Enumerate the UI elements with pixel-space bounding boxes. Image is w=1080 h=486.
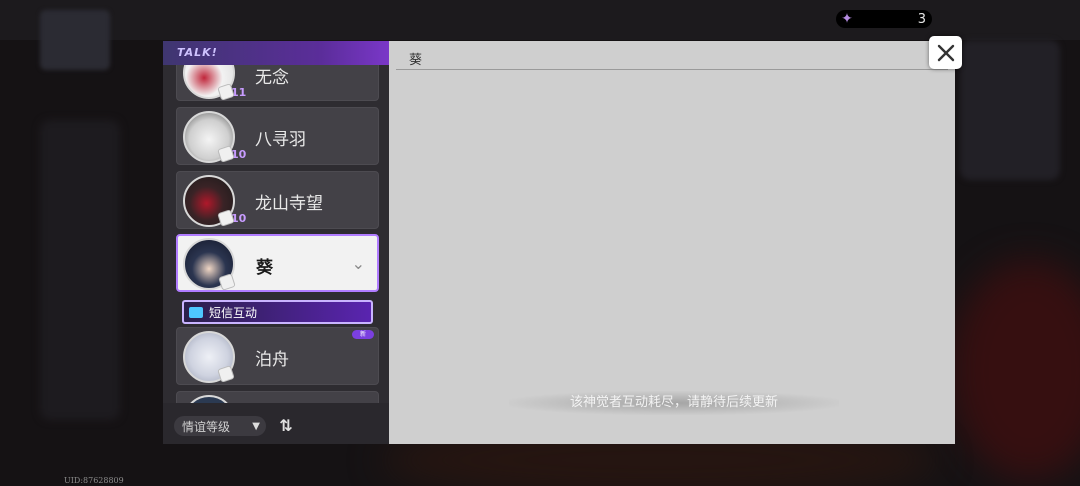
talk-logo: TALK! — [177, 46, 218, 59]
sms-interaction-button[interactable]: 短信互动 — [182, 300, 373, 324]
sort-by-value: 情谊等级 — [182, 419, 231, 434]
divider — [396, 69, 948, 70]
affinity-level: 10 — [217, 209, 246, 227]
triangle-down-icon: ▼ — [252, 420, 260, 432]
chat-notice: 该神觉者互动耗尽，请静待后续更新 — [509, 391, 839, 415]
contact-item[interactable]: 龙山寺望 10 — [176, 171, 379, 229]
contact-name: 八寻羽 — [255, 130, 306, 150]
sort-by-select[interactable]: 情谊等级 ▼ — [174, 416, 266, 436]
affinity-level: 11 — [217, 83, 246, 101]
card-icon — [217, 365, 235, 383]
contact-item[interactable]: 泊舟 新 — [176, 327, 379, 385]
contact-name: 龙山寺望 — [255, 194, 323, 214]
chat-panel: 葵 该神觉者互动耗尽，请静待后续更新 — [389, 41, 955, 444]
message-icon — [189, 306, 203, 318]
card-icon — [218, 273, 236, 291]
contact-name: 无念 — [255, 68, 289, 88]
contact-name: 葵 — [256, 258, 273, 278]
currency-count: 3 — [917, 11, 926, 27]
new-badge: 新 — [352, 330, 374, 339]
talk-header: TALK! — [163, 41, 389, 65]
close-icon — [937, 44, 954, 61]
currency-display: ✦ 3 — [836, 10, 932, 28]
chat-title: 葵 — [409, 53, 423, 68]
user-id: UID:87628809 — [64, 476, 124, 485]
chevron-down-icon[interactable]: ⌄ — [352, 254, 365, 273]
contact-item[interactable]: 八寻羽 10 — [176, 107, 379, 165]
contact-panel: 无念 11 八寻羽 10 龙山寺望 10 葵 ⌄ 短信互动 泊舟 新 TALK!… — [163, 41, 389, 444]
avatar — [183, 395, 235, 403]
affinity-level — [217, 365, 235, 383]
affinity-level: 10 — [217, 145, 246, 163]
affinity-level — [218, 273, 236, 291]
sort-arrows-icon[interactable]: ⇅ — [275, 415, 297, 437]
contact-item[interactable] — [176, 391, 379, 403]
close-button[interactable] — [929, 36, 962, 69]
filter-bar: 情谊等级 ▼ ⇅ — [163, 403, 389, 444]
contact-item-selected[interactable]: 葵 ⌄ — [176, 234, 379, 292]
sub-item-label: 短信互动 — [209, 305, 258, 320]
talk-dialog: 无念 11 八寻羽 10 龙山寺望 10 葵 ⌄ 短信互动 泊舟 新 TALK!… — [163, 41, 955, 444]
crane-bird-icon: ✦ — [841, 11, 853, 27]
contact-name: 泊舟 — [255, 350, 289, 370]
contact-list[interactable]: 无念 11 八寻羽 10 龙山寺望 10 葵 ⌄ 短信互动 泊舟 新 — [163, 41, 389, 403]
